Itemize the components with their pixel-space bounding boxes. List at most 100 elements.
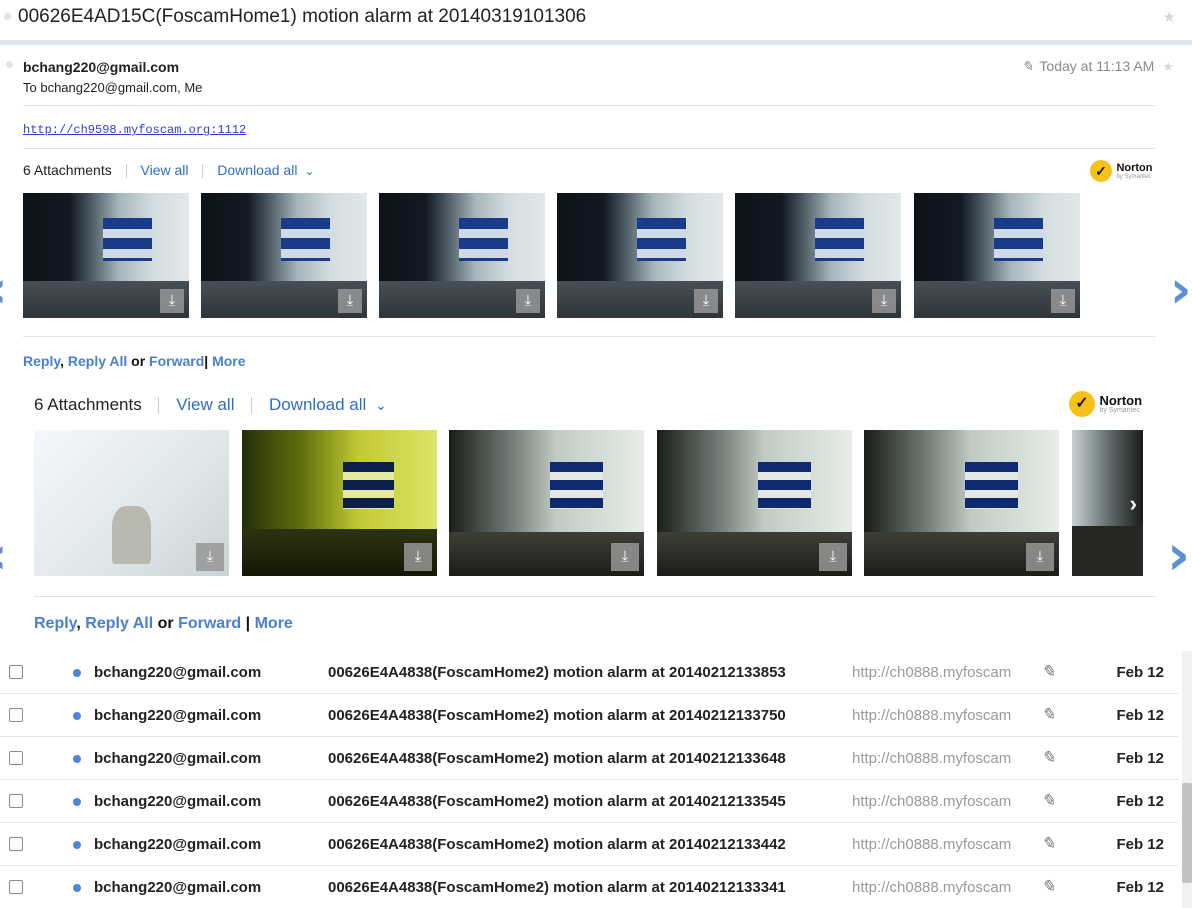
row-checkbox[interactable] <box>9 665 23 679</box>
row-sender: bchang220@gmail.com <box>94 879 262 896</box>
subject-header: 00626E4AD15C(FoscamHome1) motion alarm a… <box>0 0 1192 40</box>
message-dot <box>6 61 13 68</box>
sender-address[interactable]: bchang220@gmail.com <box>23 59 179 75</box>
carousel-prev-arrow-icon[interactable]: ‹ <box>0 264 7 316</box>
reply-all-link[interactable]: Reply All <box>85 615 153 632</box>
mail-list-row[interactable]: bchang220@gmail.com 00626E4A4838(FoscamH… <box>0 651 1178 694</box>
row-checkbox[interactable] <box>9 708 23 722</box>
norton-sub: by Symantec <box>1099 407 1140 414</box>
camera-link[interactable]: http://ch9598.myfoscam.org:1112 <box>23 123 246 137</box>
subject-title: 00626E4AD15C(FoscamHome1) motion alarm a… <box>18 6 587 27</box>
download-icon[interactable]: ⤓ <box>819 543 847 571</box>
paperclip-icon: ✎ <box>1041 662 1056 681</box>
paperclip-icon: ✎ <box>1041 834 1056 853</box>
reply-actions: Reply, Reply All or Forward| More <box>23 353 246 369</box>
attachment-thumbnail[interactable]: › <box>1072 430 1143 576</box>
attachment-thumbnail[interactable]: ⤓ <box>914 193 1080 318</box>
carousel-prev-arrow-icon[interactable]: ‹ <box>0 530 7 582</box>
row-checkbox[interactable] <box>9 794 23 808</box>
download-icon[interactable]: ⤓ <box>611 543 639 571</box>
chevron-right-icon[interactable]: › <box>1130 491 1137 517</box>
row-date: Feb 12 <box>1116 750 1164 767</box>
message-date-area: ✎ Today at 11:13 AM ★ <box>1022 58 1174 75</box>
row-snippet: http://ch0888.myfoscam <box>852 836 1012 853</box>
row-subject: 00626E4A4838(FoscamHome2) motion alarm a… <box>328 793 786 810</box>
mail-list-row[interactable]: bchang220@gmail.com 00626E4A4838(FoscamH… <box>0 780 1178 823</box>
unread-dot <box>73 712 81 720</box>
row-subject: 00626E4A4838(FoscamHome2) motion alarm a… <box>328 836 786 853</box>
unread-dot <box>73 798 81 806</box>
row-sender: bchang220@gmail.com <box>94 750 262 767</box>
attachment-thumbnail[interactable]: ⤓ <box>735 193 901 318</box>
download-all-link[interactable]: Download all <box>269 395 366 414</box>
download-icon[interactable]: ⤓ <box>1026 543 1054 571</box>
download-icon[interactable]: ⤓ <box>694 289 718 313</box>
download-icon[interactable]: ⤓ <box>872 289 896 313</box>
attachment-thumbnail[interactable]: ⤓ <box>23 193 189 318</box>
download-icon[interactable]: ⤓ <box>1051 289 1075 313</box>
mail-list-row[interactable]: bchang220@gmail.com 00626E4A4838(FoscamH… <box>0 694 1178 737</box>
forward-link[interactable]: Forward <box>178 615 241 632</box>
forward-link[interactable]: Forward <box>149 353 204 369</box>
reply-link[interactable]: Reply <box>34 615 76 632</box>
row-snippet: http://ch0888.myfoscam <box>852 793 1012 810</box>
download-icon[interactable]: ⤓ <box>516 289 540 313</box>
norton-badge: ✓ Norton by Symantec <box>1069 391 1142 417</box>
attachment-thumbnail[interactable]: ⤓ <box>557 193 723 318</box>
star-icon[interactable]: ★ <box>1162 59 1174 74</box>
attachment-thumbnail[interactable]: ⤓ <box>657 430 852 576</box>
download-icon[interactable]: ⤓ <box>404 543 432 571</box>
attachments-count: 6 Attachments <box>34 395 142 414</box>
divider <box>23 148 1155 149</box>
norton-check-icon: ✓ <box>1090 160 1112 182</box>
carousel-next-arrow-icon[interactable]: › <box>1167 528 1190 584</box>
divider <box>23 336 1155 337</box>
carousel-next-arrow-icon[interactable]: › <box>1170 264 1191 316</box>
paperclip-icon: ✎ <box>1041 748 1056 767</box>
download-icon[interactable]: ⤓ <box>338 289 362 313</box>
norton-check-icon: ✓ <box>1069 391 1095 417</box>
attachment-thumbnail[interactable]: ⤓ <box>379 193 545 318</box>
row-snippet: http://ch0888.myfoscam <box>852 664 1012 681</box>
download-icon[interactable]: ⤓ <box>196 543 224 571</box>
mail-list-row[interactable]: bchang220@gmail.com 00626E4A4838(FoscamH… <box>0 866 1178 908</box>
more-link[interactable]: More <box>255 615 293 632</box>
row-checkbox[interactable] <box>9 751 23 765</box>
paperclip-icon: ✎ <box>1041 791 1056 810</box>
separator <box>251 397 253 415</box>
separator <box>125 164 127 179</box>
unread-dot <box>73 669 81 677</box>
reply-all-link[interactable]: Reply All <box>68 353 127 369</box>
row-checkbox[interactable] <box>9 837 23 851</box>
download-all-link[interactable]: Download all <box>217 162 297 178</box>
unread-dot <box>4 13 11 20</box>
view-all-link[interactable]: View all <box>141 162 189 178</box>
mail-list-row[interactable]: bchang220@gmail.com 00626E4A4838(FoscamH… <box>0 823 1178 866</box>
row-date: Feb 12 <box>1116 707 1164 724</box>
download-icon[interactable]: ⤓ <box>160 289 184 313</box>
paperclip-icon: ✎ <box>1021 58 1034 74</box>
chevron-down-icon[interactable]: ⌄ <box>375 397 387 414</box>
divider <box>34 596 1156 597</box>
recipients-line: To bchang220@gmail.com, Me <box>23 80 203 95</box>
row-date: Feb 12 <box>1116 793 1164 810</box>
attachment-thumbnail[interactable]: ⤓ <box>864 430 1059 576</box>
view-all-link[interactable]: View all <box>176 395 234 414</box>
attachment-thumbnail[interactable]: ⤓ <box>449 430 644 576</box>
attachment-thumbnail[interactable]: ⤓ <box>34 430 229 576</box>
row-snippet: http://ch0888.myfoscam <box>852 750 1012 767</box>
row-subject: 00626E4A4838(FoscamHome2) motion alarm a… <box>328 664 786 681</box>
scrollbar-thumb[interactable] <box>1182 783 1192 883</box>
paperclip-icon: ✎ <box>1041 877 1056 896</box>
mail-list-row[interactable]: bchang220@gmail.com 00626E4A4838(FoscamH… <box>0 737 1178 780</box>
attachment-thumbnail[interactable]: ⤓ <box>242 430 437 576</box>
row-snippet: http://ch0888.myfoscam <box>852 707 1012 724</box>
row-checkbox[interactable] <box>9 880 23 894</box>
reply-link[interactable]: Reply <box>23 353 60 369</box>
row-subject: 00626E4A4838(FoscamHome2) motion alarm a… <box>328 879 786 896</box>
separator <box>202 164 204 179</box>
attachment-thumbnail[interactable]: ⤓ <box>201 193 367 318</box>
more-link[interactable]: More <box>212 353 245 369</box>
star-icon[interactable]: ★ <box>1163 8 1176 26</box>
chevron-down-icon[interactable]: ⌄ <box>304 164 314 178</box>
